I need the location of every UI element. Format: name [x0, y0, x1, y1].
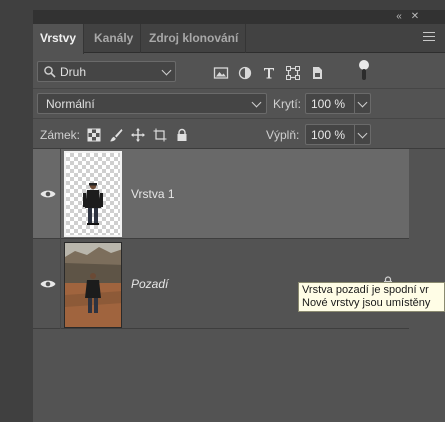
layer-tooltip: Vrstva pozadí je spodní vr Nové vrstvy j…: [298, 282, 445, 312]
type-filter-icon[interactable]: [261, 65, 277, 81]
smart-object-filter-icon[interactable]: [309, 65, 325, 81]
panel-top-bar: « ✕: [33, 10, 445, 24]
opacity-label: Krytí:: [273, 97, 302, 111]
filter-kind-select[interactable]: Druh: [37, 61, 176, 82]
layer-row-vrstva-1[interactable]: Vrstva 1: [33, 149, 409, 239]
eye-icon[interactable]: [40, 279, 56, 289]
tab-vrstvy[interactable]: Vrstvy: [33, 24, 85, 54]
shape-filter-icon[interactable]: [285, 65, 301, 81]
person-figure-thumbnail: [83, 182, 103, 225]
fill-input[interactable]: 100 %: [305, 124, 355, 145]
layer-name-vrstva-1[interactable]: Vrstva 1: [131, 187, 175, 201]
lock-transparent-pixels-icon[interactable]: [87, 128, 101, 142]
chevron-down-icon: [161, 65, 172, 76]
blend-mode-value: Normální: [46, 97, 95, 111]
chevron-down-icon: [357, 128, 368, 139]
close-panel-button[interactable]: ✕: [408, 11, 422, 23]
lock-position-icon[interactable]: [131, 128, 145, 142]
layer-name-pozadi[interactable]: Pozadí: [131, 277, 168, 291]
collapse-panel-button[interactable]: «: [391, 11, 407, 23]
lock-row: Zámek: Výplň: 100 %: [33, 120, 445, 149]
layer-thumbnail: [64, 151, 122, 237]
background-photo-thumbnail: [65, 243, 121, 327]
visibility-column: [33, 149, 61, 239]
fill-label: Výplň:: [266, 128, 300, 142]
blend-mode-select[interactable]: Normální: [37, 93, 267, 114]
eye-icon[interactable]: [40, 189, 56, 199]
blend-row: Normální Krytí: 100 %: [33, 90, 445, 119]
opacity-value: 100 %: [311, 97, 346, 111]
tab-zdroj-klonovani[interactable]: Zdroj klonování: [142, 24, 247, 53]
opacity-dropdown-button[interactable]: [355, 93, 371, 114]
layer-thumbnail: [64, 242, 122, 328]
panel-tab-bar: Vrstvy Kanály Zdroj klonování: [33, 24, 445, 54]
lock-image-pixels-icon[interactable]: [109, 128, 123, 142]
tooltip-line-1: Vrstva pozadí je spodní vr: [302, 284, 429, 296]
chevron-down-icon: [357, 97, 368, 108]
filter-toggle-switch[interactable]: [359, 60, 369, 82]
fill-value: 100 %: [311, 128, 346, 142]
tab-kanaly[interactable]: Kanály: [87, 24, 142, 53]
lock-label: Zámek:: [40, 128, 81, 142]
opacity-input[interactable]: 100 %: [305, 93, 355, 114]
panel-menu-icon[interactable]: [423, 32, 435, 44]
chevron-down-icon: [251, 97, 262, 108]
search-icon: [44, 66, 56, 78]
visibility-column: [33, 239, 61, 329]
filter-kind-value: Druh: [60, 65, 87, 79]
adjustment-filter-icon[interactable]: [237, 65, 253, 81]
image-filter-icon[interactable]: [213, 65, 229, 81]
layers-panel: « ✕ Vrstvy Kanály Zdroj klonování Druh N…: [33, 10, 445, 422]
tooltip-line-2: Nové vrstvy jsou umístěny: [302, 297, 431, 309]
fill-dropdown-button[interactable]: [355, 124, 371, 145]
lock-all-icon[interactable]: [175, 128, 189, 142]
lock-artboard-icon[interactable]: [153, 128, 167, 142]
